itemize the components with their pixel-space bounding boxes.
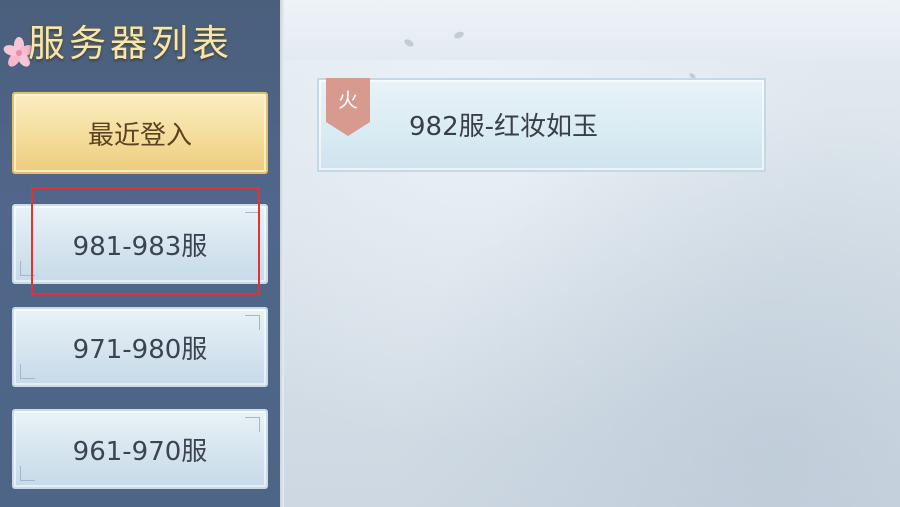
- corner-ornament: [245, 212, 260, 227]
- server-select-screen: 服务器列表 最近登入 981-983服 971-980服 961-970服 火 …: [0, 0, 900, 507]
- corner-ornament: [20, 364, 35, 379]
- server-group-label: 981-983服: [72, 231, 208, 262]
- server-card-982[interactable]: 火 982服-红妆如玉: [317, 78, 766, 172]
- recent-login-label: 最近登入: [87, 120, 192, 151]
- hot-tag-icon: [326, 78, 370, 136]
- corner-ornament: [20, 466, 35, 481]
- recent-login-button[interactable]: 最近登入: [12, 92, 268, 174]
- server-list-panel: 火 982服-红妆如玉: [284, 0, 900, 507]
- server-group-961-970-button[interactable]: 961-970服: [12, 409, 268, 489]
- corner-ornament: [20, 261, 35, 276]
- panel-header-strip: [284, 0, 900, 60]
- server-group-981-983-button[interactable]: 981-983服: [12, 204, 268, 284]
- server-name: 982服-红妆如玉: [409, 112, 599, 142]
- server-list-title: 服务器列表: [28, 22, 233, 65]
- server-group-sidebar: 服务器列表 最近登入 981-983服 971-980服 961-970服: [0, 0, 284, 507]
- server-group-label: 961-970服: [72, 436, 208, 467]
- server-group-label: 971-980服: [72, 334, 208, 365]
- corner-ornament: [245, 315, 260, 330]
- server-group-971-980-button[interactable]: 971-980服: [12, 307, 268, 387]
- corner-ornament: [245, 417, 260, 432]
